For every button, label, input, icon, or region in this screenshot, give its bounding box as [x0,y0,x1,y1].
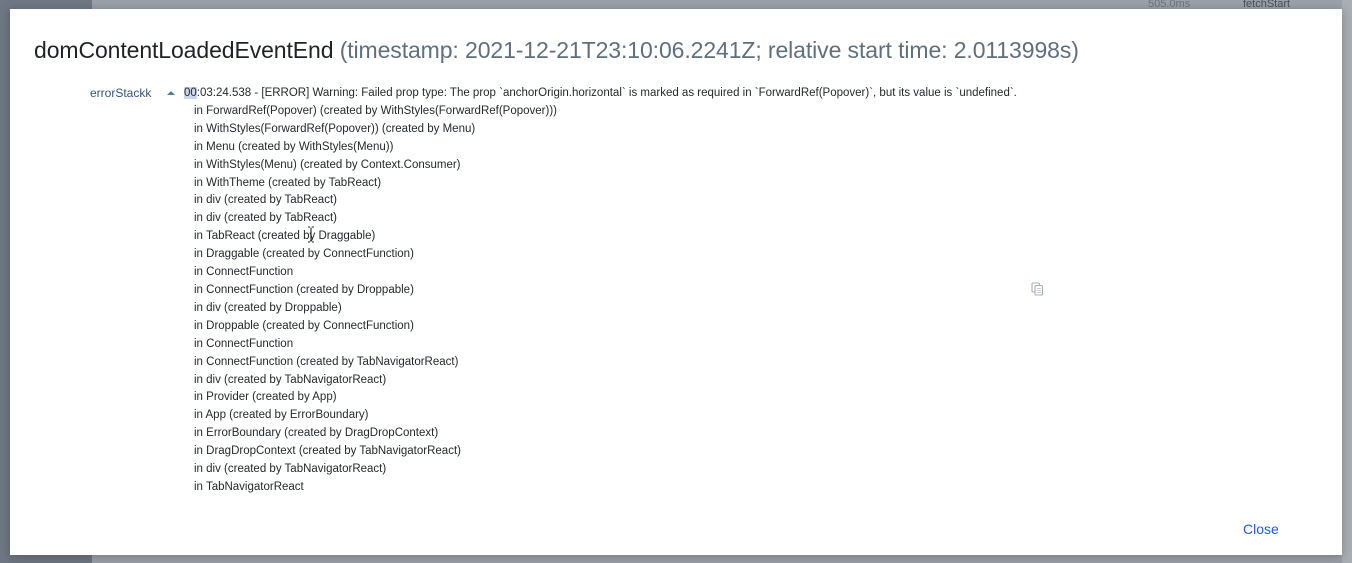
stack-line: in Menu (created by WithStyles(Menu)) [194,140,394,153]
field-label: errorStackk [90,86,152,100]
stack-line: in ForwardRef(Popover) (created by WithS… [194,104,557,117]
text-cursor-icon [308,226,314,243]
stack-line: in ConnectFunction (created by Droppable… [194,283,414,296]
stack-line: in Provider (created by App) [194,391,337,404]
text-selection: 00 [184,87,197,99]
stack-line: in Droppable (created by ConnectFunction… [194,319,414,332]
stack-line: in TabNavigatorReact [194,480,304,493]
stack-line: in div (created by TabReact) [194,194,337,207]
stack-first-line: 00:03:24.538 - [ERROR] Warning: Failed p… [184,85,1017,103]
error-stack-text: 00:03:24.538 - [ERROR] Warning: Failed p… [184,85,1017,497]
stack-line: in ConnectFunction (created by TabNaviga… [194,355,459,368]
stack-line: in div (created by TabNavigatorReact) [194,463,387,476]
stack-line: in WithTheme (created by TabReact) [194,176,382,189]
stack-line: in WithStyles(Menu) (created by Context.… [194,158,461,171]
chevron-up-icon[interactable] [166,88,176,98]
stack-line: in Draggable (created by ConnectFunction… [194,248,414,261]
stack-line: in DragDropContext (created by TabNaviga… [194,445,461,458]
modal-title-timestamp: (timestamp: 2021-12-21T23:10:06.2241Z; r… [339,37,1079,63]
stack-line: in ConnectFunction [194,337,294,350]
modal-title: domContentLoadedEventEnd (timestamp: 202… [34,37,1079,64]
stack-first-line-text: :03:24.538 - [ERROR] Warning: Failed pro… [196,87,1017,99]
stack-line: in ErrorBoundary (created by DragDropCon… [194,427,439,440]
stack-line: in div (created by TabNavigatorReact) [194,373,387,386]
stack-line: in App (created by ErrorBoundary) [194,409,369,422]
stack-line: in ConnectFunction [194,266,294,279]
background-right-edge [1342,0,1352,563]
close-button[interactable]: Close [1239,519,1283,539]
event-detail-modal: domContentLoadedEventEnd (timestamp: 202… [10,9,1342,555]
stack-line: in WithStyles(ForwardRef(Popover)) (crea… [194,122,476,135]
copy-icon[interactable] [1031,282,1044,296]
stack-line: in div (created by Droppable) [194,301,342,314]
modal-title-event: domContentLoadedEventEnd [34,37,334,63]
